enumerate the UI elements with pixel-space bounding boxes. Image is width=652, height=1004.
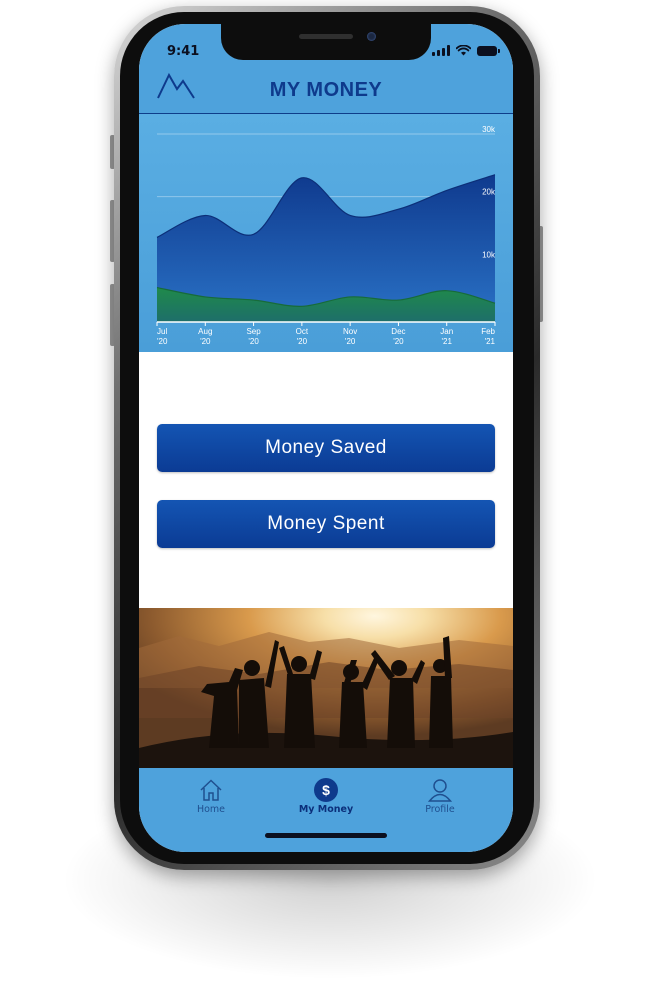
group-sunset-photo <box>139 608 513 768</box>
status-icons <box>432 45 500 56</box>
profile-icon <box>428 779 452 802</box>
x-tick-label-year: '20 <box>200 337 211 346</box>
camera-notch <box>221 24 431 60</box>
area-chart: 10k20k30kJul'20Aug'20Sep'20Oct'20Nov'20D… <box>139 114 513 352</box>
money-chart: 10k 20k 30k Jul '20 Aug '20 Sep '20 Oct '20 Nov '20 D… <box>139 114 513 352</box>
front-camera <box>367 32 376 41</box>
tab-my-money[interactable]: $ My Money <box>281 776 371 815</box>
home-indicator <box>265 833 387 838</box>
status-time: 9:41 <box>167 44 200 59</box>
x-tick-label-month: Aug <box>198 327 212 336</box>
y-tick-label: 10k <box>482 250 496 259</box>
bottom-tab-bar: Home $ My Money Profile <box>139 768 513 852</box>
tab-home-label: Home <box>196 804 226 815</box>
y-tick-label: 30k <box>482 125 496 134</box>
signal-icon <box>432 45 450 56</box>
tab-my-money-label: My Money <box>298 804 354 815</box>
x-tick-label-year: '20 <box>393 337 404 346</box>
y-tick-label: 20k <box>482 188 496 197</box>
money-saved-button[interactable]: Money Saved <box>157 424 495 472</box>
x-tick-label-month: Jan <box>440 327 453 336</box>
phone-screen: 9:41 MY MONEY 10k 20k 30k Jul '20 Aug '2… <box>139 24 513 852</box>
x-tick-label-year: '21 <box>441 337 452 346</box>
x-tick-label-year: '21 <box>485 337 496 346</box>
speaker-grille <box>299 34 353 39</box>
x-tick-label-month: Oct <box>296 327 309 336</box>
x-tick-label-month: Sep <box>246 327 261 336</box>
home-icon <box>200 779 222 801</box>
app-header: 9:41 MY MONEY <box>139 24 513 114</box>
money-spent-button[interactable]: Money Spent <box>157 500 495 548</box>
tab-profile-label: Profile <box>425 804 455 815</box>
x-tick-label-year: '20 <box>297 337 308 346</box>
tab-profile[interactable]: Profile <box>395 776 485 815</box>
dollar-icon: $ <box>314 778 338 802</box>
x-tick-label-month: Nov <box>343 327 357 336</box>
x-tick-label-year: '20 <box>345 337 356 346</box>
x-tick-label-month: Dec <box>391 327 405 336</box>
x-tick-label-month: Jul <box>157 327 167 336</box>
tab-home[interactable]: Home <box>166 776 256 815</box>
x-tick-label-year: '20 <box>157 337 168 346</box>
x-tick-label-year: '20 <box>248 337 259 346</box>
x-tick-label-month: Feb <box>481 327 495 336</box>
wifi-icon <box>456 45 471 56</box>
page-title: MY MONEY <box>269 79 383 101</box>
battery-icon <box>477 46 500 56</box>
